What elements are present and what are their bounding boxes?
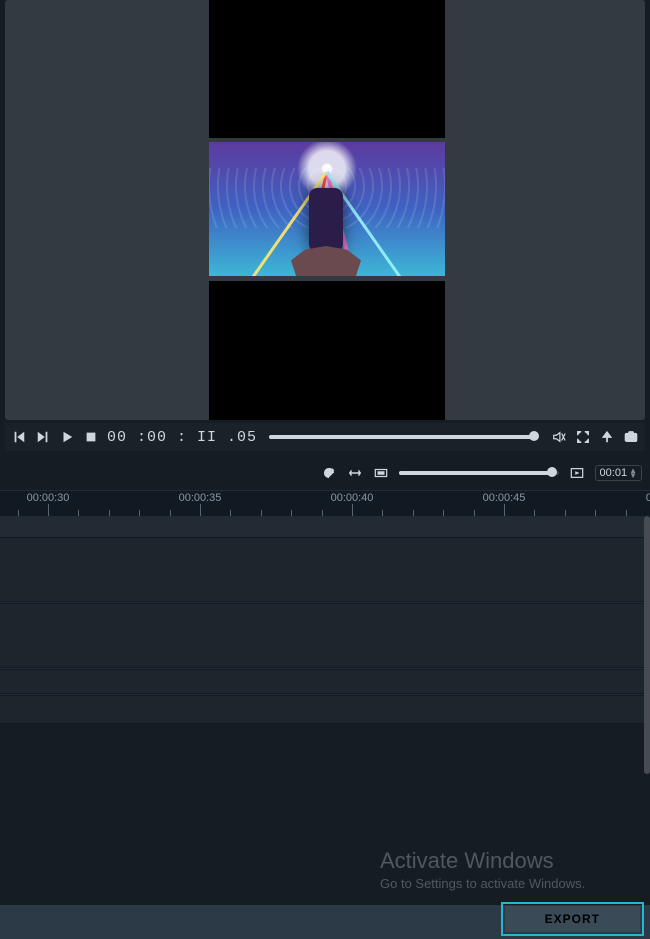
preview-slot-top (209, 0, 445, 138)
timeline-vscroll[interactable] (644, 516, 650, 774)
next-frame-button[interactable] (35, 429, 51, 445)
audio-track-2[interactable] (0, 696, 644, 724)
mute-icon[interactable] (551, 429, 567, 445)
timeline-toolbar: 00:01 ▲▼ (0, 460, 650, 486)
timecode-display: 00 :00 : II .05 (107, 429, 257, 446)
preview-mode-icon[interactable] (569, 465, 585, 481)
ruler-label: 00:00:30 (27, 492, 70, 504)
export-button[interactable]: EXPORT (505, 906, 640, 932)
zoom-slider[interactable] (399, 471, 559, 475)
zoom-to-fit-icon[interactable] (373, 465, 389, 481)
activate-windows-sub: Go to Settings to activate Windows. (380, 876, 585, 891)
fit-icon[interactable] (347, 465, 363, 481)
duration-value: 00:01 (600, 467, 628, 479)
audio-track-1[interactable] (0, 670, 644, 694)
stop-button[interactable] (83, 429, 99, 445)
timeline-ruler[interactable]: 00:00:30 00:00:35 00:00:40 00:00:45 00 (0, 490, 650, 516)
ruler-label: 00:00:45 (483, 492, 526, 504)
seek-slider[interactable] (269, 435, 539, 439)
playback-bar: 00 :00 : II .05 (5, 423, 645, 451)
ruler-label: 00:00:35 (179, 492, 222, 504)
video-track-1[interactable] (0, 538, 644, 602)
track-gap-1 (0, 516, 644, 538)
ruler-label: 00 (646, 492, 650, 504)
preview-panel (5, 0, 645, 420)
duration-spinner[interactable]: ▲▼ (629, 468, 637, 478)
fullscreen-icon[interactable] (575, 429, 591, 445)
duration-stepper[interactable]: 00:01 ▲▼ (595, 465, 642, 481)
ruler-label: 00:00:40 (331, 492, 374, 504)
video-track-2[interactable] (0, 604, 644, 668)
preview-figure (309, 188, 343, 252)
preview-slot-middle (209, 142, 445, 276)
snapshot-icon[interactable] (623, 429, 639, 445)
preview-slot-bottom (209, 281, 445, 420)
prev-frame-button[interactable] (11, 429, 27, 445)
activate-windows-title: Activate Windows (380, 848, 554, 874)
undo-icon[interactable] (321, 465, 337, 481)
marker-icon[interactable] (599, 429, 615, 445)
export-focus-ring: EXPORT (501, 902, 644, 936)
play-button[interactable] (59, 429, 75, 445)
